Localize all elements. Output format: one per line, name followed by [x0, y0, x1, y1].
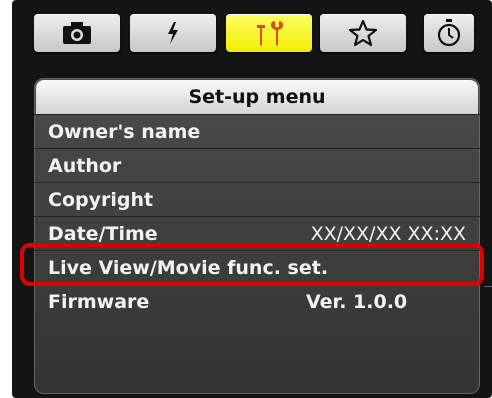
menu-item-label: Date/Time — [48, 222, 158, 245]
firmware-version-value: Ver. 1.0.0 — [306, 290, 408, 313]
menu-item-label: Owner's name — [48, 120, 201, 143]
tab-timer[interactable] — [424, 14, 474, 52]
tab-flash[interactable] — [130, 14, 216, 52]
camera-settings-window: Set-up menu Owner's name Author Copyrigh… — [12, 0, 492, 398]
star-icon — [348, 19, 378, 47]
menu-item-author[interactable]: Author — [34, 148, 480, 182]
tab-setup[interactable] — [226, 14, 312, 52]
flash-icon — [168, 22, 178, 44]
menu-item-label: Copyright — [48, 188, 154, 211]
menu-item-copyright[interactable]: Copyright — [34, 182, 480, 216]
timer-icon — [437, 19, 461, 47]
menu-item-label: Author — [48, 154, 122, 177]
setup-tools-icon — [257, 21, 283, 45]
tab-shooting[interactable] — [34, 14, 120, 52]
selection-highlight-box — [20, 243, 484, 286]
tab-custom[interactable] — [320, 14, 406, 52]
menu-tab-bar — [12, 0, 492, 70]
setup-menu-panel: Set-up menu Owner's name Author Copyrigh… — [34, 78, 480, 394]
menu-item-owners-name[interactable]: Owner's name — [34, 114, 480, 148]
menu-item-label: Firmware — [48, 290, 150, 313]
camera-icon — [63, 22, 91, 44]
menu-item-firmware[interactable]: Firmware Ver. 1.0.0 — [34, 284, 480, 318]
callout-leader-line — [484, 286, 492, 287]
date-time-value: XX/XX/XX XX:XX — [310, 222, 466, 245]
menu-title: Set-up menu — [36, 80, 478, 114]
